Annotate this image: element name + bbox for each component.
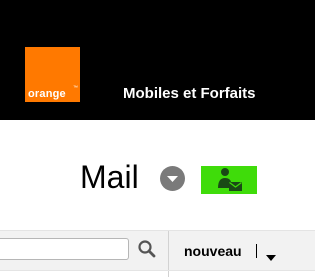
- caret-down-icon[interactable]: [266, 248, 276, 266]
- mail-toolbar: nouveau: [0, 231, 315, 271]
- top-banner: orange ™ Mobiles et Forfaits: [0, 0, 315, 120]
- logo-text: orange: [28, 88, 66, 100]
- new-button-split-divider: [256, 244, 257, 258]
- contact-mail-icon: [218, 168, 242, 191]
- search-icon[interactable]: [137, 239, 157, 259]
- mail-menu-dropdown-button[interactable]: [160, 166, 185, 191]
- contacts-button[interactable]: [201, 166, 257, 194]
- chevron-down-circle-icon: [167, 176, 178, 182]
- logo-trademark: ™: [73, 85, 78, 91]
- page-title: Mail: [80, 159, 139, 195]
- new-message-button[interactable]: nouveau: [184, 243, 242, 259]
- search-input[interactable]: [0, 238, 129, 260]
- toolbar-separator: [168, 231, 169, 271]
- orange-logo[interactable]: orange ™: [25, 47, 80, 102]
- nav-link-mobiles-forfaits[interactable]: Mobiles et Forfaits: [123, 85, 256, 102]
- column-separator: [168, 271, 169, 277]
